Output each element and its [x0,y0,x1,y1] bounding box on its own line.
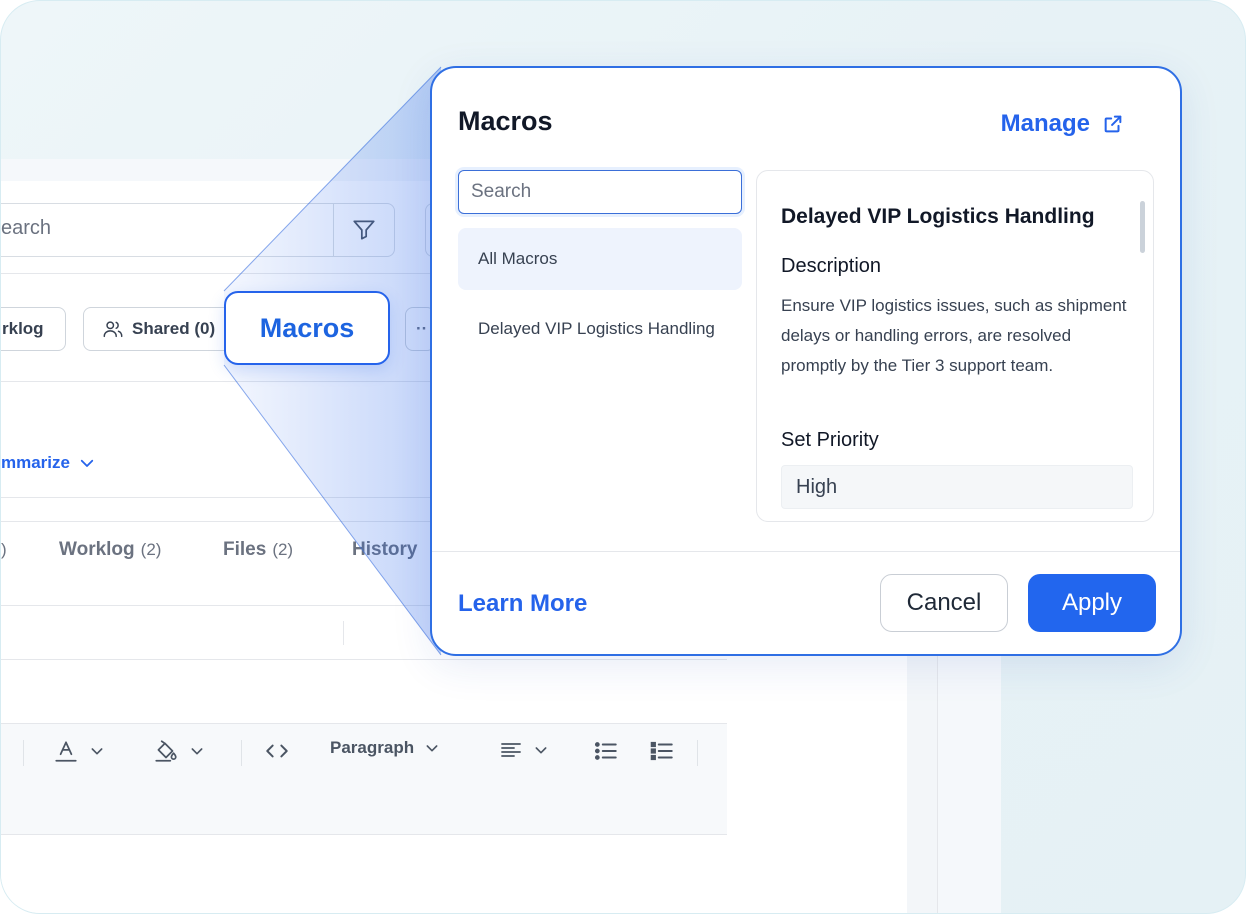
manage-link[interactable]: Manage [1001,110,1124,138]
macro-list-item-delayed-vip[interactable]: Delayed VIP Logistics Handling [458,298,742,360]
divider [343,621,344,645]
chevron-down-icon [426,745,438,752]
tab-label: Worklog [59,539,135,560]
align-dropdown[interactable] [499,738,549,762]
macro-detail-title: Delayed VIP Logistics Handling [781,205,1095,228]
tab-history[interactable]: History [352,539,417,561]
modal-title: Macros [458,106,553,136]
toolbar-separator [241,740,242,766]
chevron-down-icon [91,748,103,755]
tab-count: (2) [140,540,162,559]
code-icon [266,744,288,758]
macros-modal: Macros Manage All Macros Delayed VIP Log… [430,66,1182,656]
bullet-list-icon [594,742,617,760]
paragraph-dropdown[interactable]: Paragraph [330,738,440,758]
summarize-dropdown[interactable]: mmarize [1,453,96,473]
toolbar-separator [23,740,24,766]
paint-bucket-icon [155,740,177,762]
worklog-chip[interactable]: rklog [1,307,66,351]
toolbar-separator [697,740,698,766]
scrollbar-thumb[interactable] [1140,201,1145,253]
chevron-down-icon [535,747,547,754]
priority-value: High [796,475,838,498]
manage-label: Manage [1000,110,1090,137]
highlight-color-button[interactable] [153,738,205,764]
chevron-down-icon [191,748,203,755]
users-icon [103,321,123,338]
numbered-list-button[interactable] [649,738,675,764]
filter-icon [353,220,375,240]
macro-list-item-all[interactable]: All Macros [458,228,742,290]
footer-divider [432,551,1180,552]
learn-more-link[interactable]: Learn More [458,590,587,618]
list-item-label: All Macros [478,249,558,268]
worklog-chip-label: rklog [2,319,44,338]
tab-label: ) [1,540,7,559]
text-color-button[interactable] [53,738,105,764]
shared-chip-label: Shared (0) [132,319,216,338]
tab-files[interactable]: Files (2) [223,539,293,561]
cancel-button[interactable]: Cancel [880,574,1008,632]
external-link-icon [1104,115,1122,133]
list-item-label: Delayed VIP Logistics Handling [478,319,715,338]
shared-chip[interactable]: Shared (0) [83,307,233,351]
apply-button[interactable]: Apply [1028,574,1156,632]
numbered-list-icon [650,741,673,761]
description-text: Ensure VIP logistics issues, such as shi… [781,296,1127,375]
macros-button[interactable]: Macros [224,291,390,365]
screenshot-frame: earch rklog Shared (0) ·· mmarize ) Work… [0,0,1246,914]
tab-label: Files [223,539,267,560]
more-icon: ·· [416,319,428,338]
tab-count: (2) [272,540,294,559]
editor-toolbar: Paragraph [1,723,727,835]
filter-button[interactable] [333,203,395,257]
divider [1,659,727,660]
align-left-icon [501,743,521,757]
tab-label: History [352,539,418,560]
chevron-down-icon [80,459,94,467]
priority-label: Set Priority [781,429,879,451]
code-button[interactable] [263,738,291,764]
tab-partial[interactable]: ) [1,539,7,561]
macro-detail-panel: Delayed VIP Logistics Handling Descripti… [756,170,1154,522]
text-color-icon [55,741,77,762]
bullet-list-button[interactable] [593,738,619,764]
macro-search-input[interactable] [458,170,742,214]
tab-worklog[interactable]: Worklog (2) [59,539,161,561]
priority-field[interactable]: High [781,465,1133,509]
summarize-label: mmarize [1,453,70,472]
paragraph-label: Paragraph [330,738,415,757]
ticket-search-placeholder: earch [1,217,52,239]
description-label: Description [781,255,882,277]
